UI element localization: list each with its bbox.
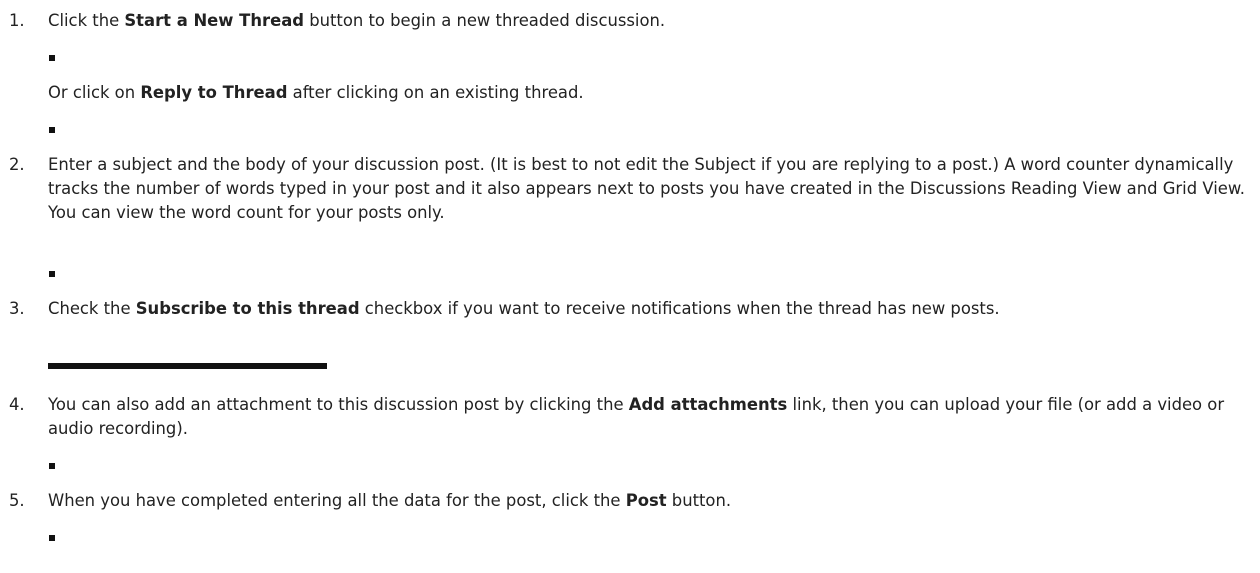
step-number: 1. — [9, 11, 25, 30]
add-attachments-label: Add attachments — [628, 395, 788, 414]
step-4: 4. You can also add an attachment to thi… — [0, 393, 1258, 441]
missing-image-placeholder — [49, 55, 55, 61]
step-number: 5. — [9, 491, 25, 510]
step-number: 4. — [9, 395, 25, 414]
step-text: Check the Subscribe to this thread check… — [48, 299, 1000, 318]
subscribe-to-thread-label: Subscribe to this thread — [135, 299, 360, 318]
missing-image-placeholder — [49, 127, 55, 133]
step-text: Enter a subject and the body of your dis… — [48, 155, 1245, 222]
instructions-document: 1. Click the Start a New Thread button t… — [0, 0, 1260, 573]
step-text: You can also add an attachment to this d… — [48, 395, 1225, 438]
step-text: Click the Start a New Thread button to b… — [48, 11, 666, 30]
step-1-alternative: Or click on Reply to Thread after clicki… — [48, 83, 584, 102]
step-text: When you have completed entering all the… — [48, 491, 732, 510]
step-1: 1. Click the Start a New Thread button t… — [0, 9, 1258, 33]
reply-to-thread-label: Reply to Thread — [140, 83, 288, 102]
step-number: 2. — [9, 155, 25, 174]
start-new-thread-label: Start a New Thread — [124, 11, 304, 30]
missing-image-placeholder — [49, 535, 55, 541]
step-3: 3. Check the Subscribe to this thread ch… — [0, 297, 1258, 321]
post-button-label: Post — [625, 491, 667, 510]
image-placeholder-bar — [48, 363, 327, 369]
step-5: 5. When you have completed entering all … — [0, 489, 1258, 513]
missing-image-placeholder — [49, 271, 55, 277]
step-number: 3. — [9, 299, 25, 318]
step-2: 2. Enter a subject and the body of your … — [0, 153, 1258, 225]
missing-image-placeholder — [49, 463, 55, 469]
